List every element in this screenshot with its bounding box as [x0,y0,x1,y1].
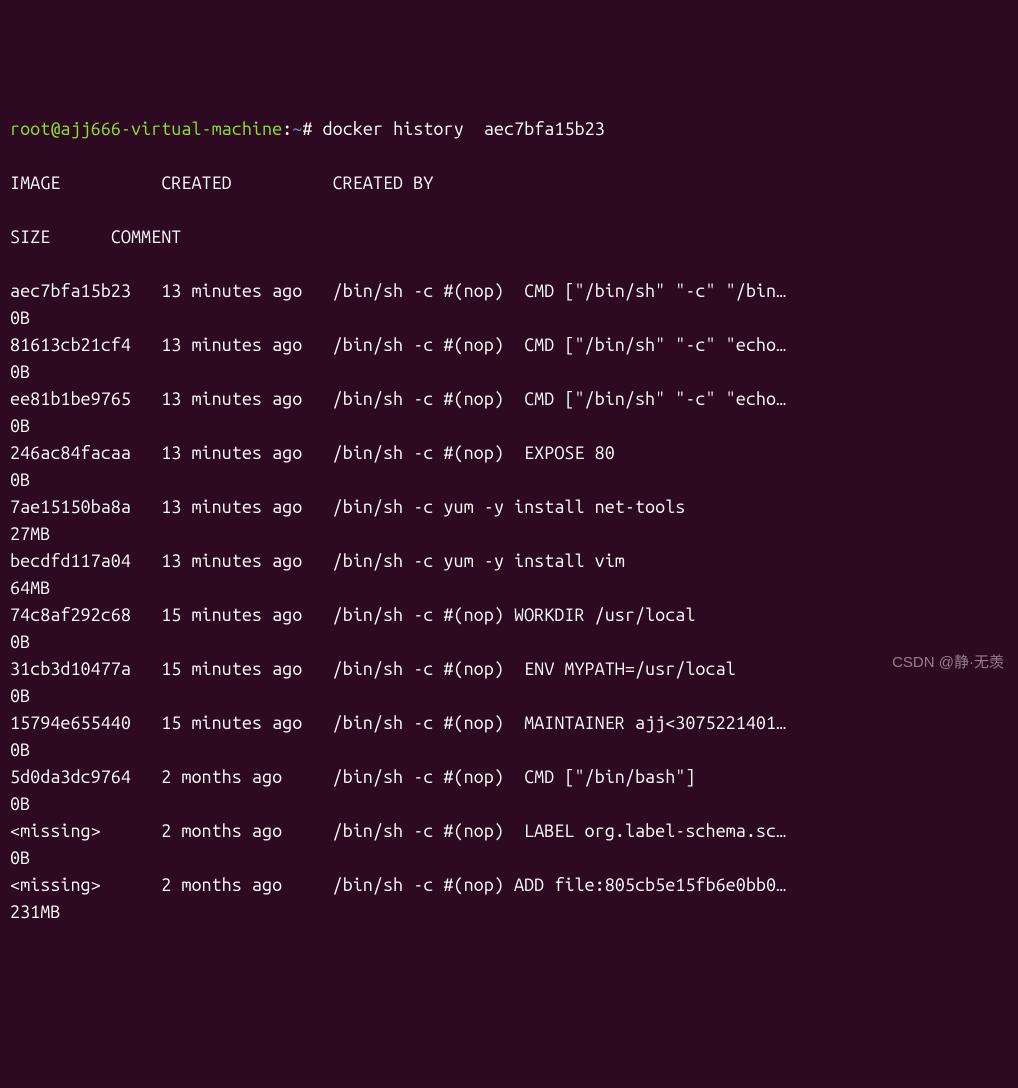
history-row: 31cb3d10477a 15 minutes ago /bin/sh -c #… [10,656,1008,683]
history-rows: aec7bfa15b23 13 minutes ago /bin/sh -c #… [10,278,1008,926]
history-row: <missing> 2 months ago /bin/sh -c #(nop)… [10,872,1008,899]
history-row-size: 0B [10,629,1008,656]
watermark: CSDN @静·无羡 [892,652,1004,675]
header-line-2: SIZE COMMENT [10,224,1008,251]
prompt-separator: # [302,119,312,139]
history-row-size: 0B [10,791,1008,818]
history-row-size: 27MB [10,521,1008,548]
prompt-path: ~ [292,119,302,139]
history-row: 7ae15150ba8a 13 minutes ago /bin/sh -c y… [10,494,1008,521]
history-row-size: 0B [10,413,1008,440]
history-row: 81613cb21cf4 13 minutes ago /bin/sh -c #… [10,332,1008,359]
history-row: ee81b1be9765 13 minutes ago /bin/sh -c #… [10,386,1008,413]
history-row-size: 0B [10,467,1008,494]
history-row: <missing> 2 months ago /bin/sh -c #(nop)… [10,818,1008,845]
header-line-1: IMAGE CREATED CREATED BY [10,170,1008,197]
command-text: docker history aec7bfa15b23 [323,119,605,139]
prompt-user-host: root@ajj666-virtual-machine [10,119,282,139]
history-row-size: 0B [10,359,1008,386]
history-row: 246ac84facaa 13 minutes ago /bin/sh -c #… [10,440,1008,467]
history-row: 15794e655440 15 minutes ago /bin/sh -c #… [10,710,1008,737]
history-row: becdfd117a04 13 minutes ago /bin/sh -c y… [10,548,1008,575]
history-row-size: 0B [10,737,1008,764]
history-row-size: 64MB [10,575,1008,602]
history-row: 74c8af292c68 15 minutes ago /bin/sh -c #… [10,602,1008,629]
history-row-size: 0B [10,683,1008,710]
history-row-size: 231MB [10,899,1008,926]
history-row-size: 0B [10,305,1008,332]
history-row: 5d0da3dc9764 2 months ago /bin/sh -c #(n… [10,764,1008,791]
history-row-size: 0B [10,845,1008,872]
prompt-line[interactable]: root@ajj666-virtual-machine:~# docker hi… [10,116,1008,143]
history-row: aec7bfa15b23 13 minutes ago /bin/sh -c #… [10,278,1008,305]
